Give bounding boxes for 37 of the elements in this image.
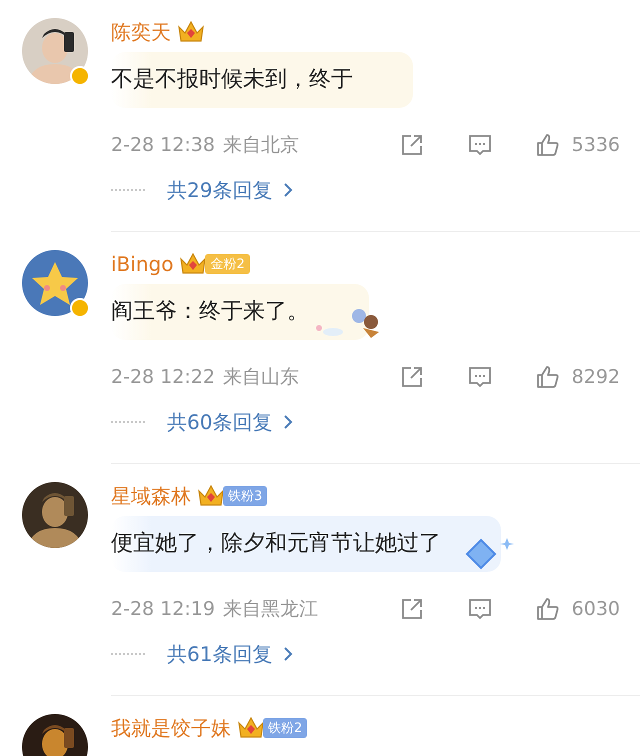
comment-text: 便宜她了，除夕和元宵节让她过了 xyxy=(111,516,501,572)
comment-time: 2-28 12:22 xyxy=(111,366,215,388)
comment-location: 来自黑龙江 xyxy=(222,597,318,622)
username[interactable]: 星域森林 xyxy=(111,482,191,510)
dotted-line xyxy=(111,421,145,423)
comment-icon[interactable] xyxy=(468,365,492,389)
replies-link[interactable]: 共29条回复 xyxy=(167,176,272,204)
chevron-right-icon[interactable] xyxy=(282,413,294,431)
like-icon[interactable] xyxy=(536,133,560,157)
dotted-line xyxy=(111,653,145,655)
chevron-right-icon[interactable] xyxy=(282,181,294,199)
like-count: 6030 xyxy=(572,598,620,620)
dotted-line xyxy=(111,189,145,191)
comment-location: 来自北京 xyxy=(222,133,299,158)
comment-icon[interactable] xyxy=(468,597,492,621)
like-icon[interactable] xyxy=(536,365,560,389)
like-count: 8292 xyxy=(572,366,620,388)
username[interactable]: 陈奕天 xyxy=(111,18,171,46)
replies-link[interactable]: 共61条回复 xyxy=(167,640,272,668)
chevron-right-icon[interactable] xyxy=(282,645,294,663)
comment-text: 不是不报时候未到，终于 xyxy=(111,52,413,108)
fan-badge: 金粉2 xyxy=(205,254,250,274)
share-icon[interactable] xyxy=(400,365,424,389)
comment-time: 2-28 12:19 xyxy=(111,598,215,620)
comment-time: 2-28 12:38 xyxy=(111,134,215,156)
comment-location: 来自山东 xyxy=(222,365,299,390)
fan-badge: 铁粉3 xyxy=(223,486,268,506)
share-icon[interactable] xyxy=(400,133,424,157)
username[interactable]: 我就是饺子妹 xyxy=(111,714,231,742)
username[interactable]: iBingo xyxy=(111,252,174,276)
like-count: 5336 xyxy=(572,134,620,156)
comment-text: 阎王爷：终于来了。 xyxy=(111,284,369,340)
share-icon[interactable] xyxy=(400,597,424,621)
fan-badge: 铁粉2 xyxy=(263,718,308,738)
comment-icon[interactable] xyxy=(468,133,492,157)
like-icon[interactable] xyxy=(536,597,560,621)
replies-link[interactable]: 共60条回复 xyxy=(167,408,272,436)
